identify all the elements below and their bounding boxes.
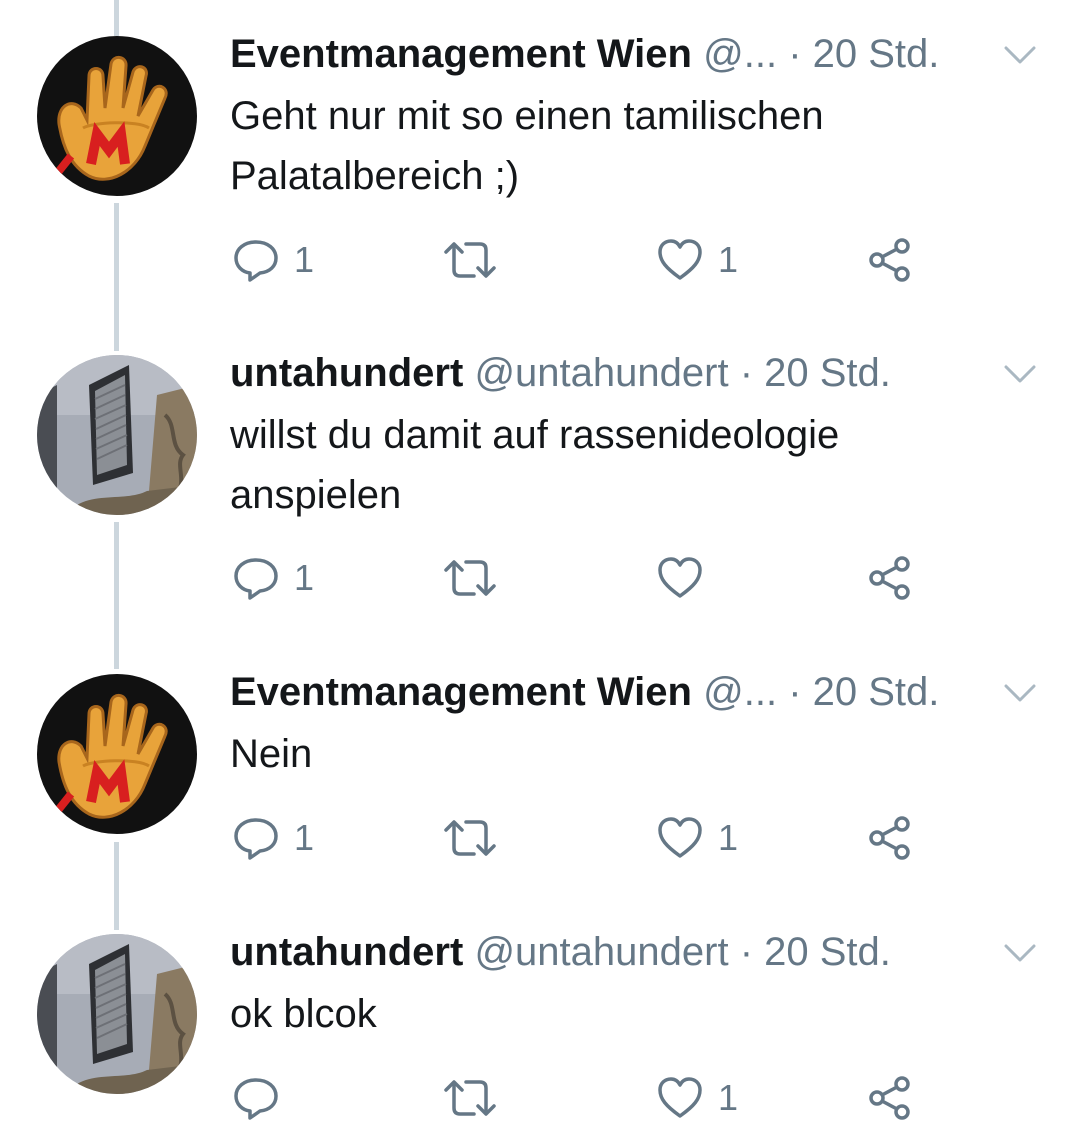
chevron-down-icon[interactable]	[1000, 359, 1040, 389]
reply-count: 1	[294, 817, 315, 858]
reply-icon	[232, 554, 280, 602]
avatar[interactable]	[37, 355, 197, 515]
like-button[interactable]: 1	[656, 810, 738, 866]
display-name[interactable]: Eventmanagement Wien	[230, 32, 692, 76]
tweet[interactable]: Eventmanagement Wien @... · 20 Std. Geht…	[0, 28, 1080, 288]
reply-icon	[232, 814, 280, 862]
display-name[interactable]: Eventmanagement Wien	[230, 670, 692, 714]
user-handle[interactable]: @...	[703, 32, 777, 76]
retweet-button[interactable]	[440, 550, 514, 606]
user-handle[interactable]: @untahundert	[474, 930, 728, 974]
reply-button[interactable]	[232, 1070, 294, 1126]
share-icon	[866, 554, 914, 602]
reply-icon	[232, 236, 280, 284]
like-button[interactable]	[656, 550, 718, 606]
building-window-avatar-icon	[37, 355, 197, 515]
tweet-text: Geht nur mit so einen tamilischen Palata…	[230, 94, 824, 198]
like-count: 1	[718, 817, 739, 858]
retweet-icon	[440, 1074, 500, 1122]
separator-dot: ·	[739, 930, 754, 974]
tweet-text: Nein	[230, 732, 313, 776]
timestamp[interactable]: 20 Std.	[764, 930, 891, 974]
like-button[interactable]: 1	[656, 232, 738, 288]
share-button[interactable]	[866, 550, 914, 606]
share-icon	[866, 1074, 914, 1122]
timestamp[interactable]: 20 Std.	[813, 32, 940, 76]
heart-icon	[656, 236, 704, 284]
tweet-actions: 1 1	[0, 810, 1080, 866]
separator-dot: ·	[788, 32, 802, 76]
retweet-button[interactable]	[440, 232, 514, 288]
retweet-icon	[440, 554, 500, 602]
reply-count: 1	[294, 557, 315, 598]
like-count: 1	[718, 1077, 739, 1118]
share-icon	[866, 236, 914, 284]
retweet-button[interactable]	[440, 1070, 514, 1126]
user-handle[interactable]: @...	[703, 670, 777, 714]
tweet[interactable]: untahundert @untahundert · 20 Std. wills…	[0, 347, 1080, 607]
separator-dot: ·	[788, 670, 802, 714]
tweet-actions: 1	[0, 1070, 1080, 1126]
user-handle[interactable]: @untahundert	[474, 351, 728, 395]
reply-button[interactable]: 1	[232, 810, 314, 866]
tweet-text: willst du damit auf rassenideologie ansp…	[230, 413, 840, 517]
tweet-header: Eventmanagement Wien @... · 20 Std.	[230, 666, 939, 718]
tweet-header: untahundert @untahundert · 20 Std.	[230, 926, 891, 978]
retweet-icon	[440, 814, 500, 862]
tweet-actions: 1	[0, 550, 1080, 606]
heart-icon	[656, 1074, 704, 1122]
red-m-hand-avatar-icon	[37, 36, 197, 196]
like-count: 1	[718, 239, 739, 280]
like-button[interactable]: 1	[656, 1070, 738, 1126]
chevron-down-icon[interactable]	[1000, 40, 1040, 70]
retweet-icon	[440, 236, 500, 284]
tweet-header: Eventmanagement Wien @... · 20 Std.	[230, 28, 939, 80]
reply-icon	[232, 1074, 280, 1122]
display-name[interactable]: untahundert	[230, 351, 463, 395]
chevron-down-icon[interactable]	[1000, 678, 1040, 708]
tweet[interactable]: Eventmanagement Wien @... · 20 Std. Nein…	[0, 666, 1080, 866]
display-name[interactable]: untahundert	[230, 930, 463, 974]
chevron-down-icon[interactable]	[1000, 938, 1040, 968]
heart-icon	[656, 814, 704, 862]
share-button[interactable]	[866, 232, 914, 288]
reply-count: 1	[294, 239, 315, 280]
reply-button[interactable]: 1	[232, 550, 314, 606]
tweet-header: untahundert @untahundert · 20 Std.	[230, 347, 891, 399]
share-button[interactable]	[866, 810, 914, 866]
reply-button[interactable]: 1	[232, 232, 314, 288]
timestamp[interactable]: 20 Std.	[764, 351, 891, 395]
separator-dot: ·	[739, 351, 754, 395]
tweet[interactable]: untahundert @untahundert · 20 Std. ok bl…	[0, 926, 1080, 1136]
avatar[interactable]	[37, 36, 197, 196]
share-icon	[866, 814, 914, 862]
tweet-text: ok blcok	[230, 992, 377, 1036]
tweet-actions: 1 1	[0, 232, 1080, 288]
retweet-button[interactable]	[440, 810, 514, 866]
heart-icon	[656, 554, 704, 602]
timestamp[interactable]: 20 Std.	[813, 670, 940, 714]
share-button[interactable]	[866, 1070, 914, 1126]
